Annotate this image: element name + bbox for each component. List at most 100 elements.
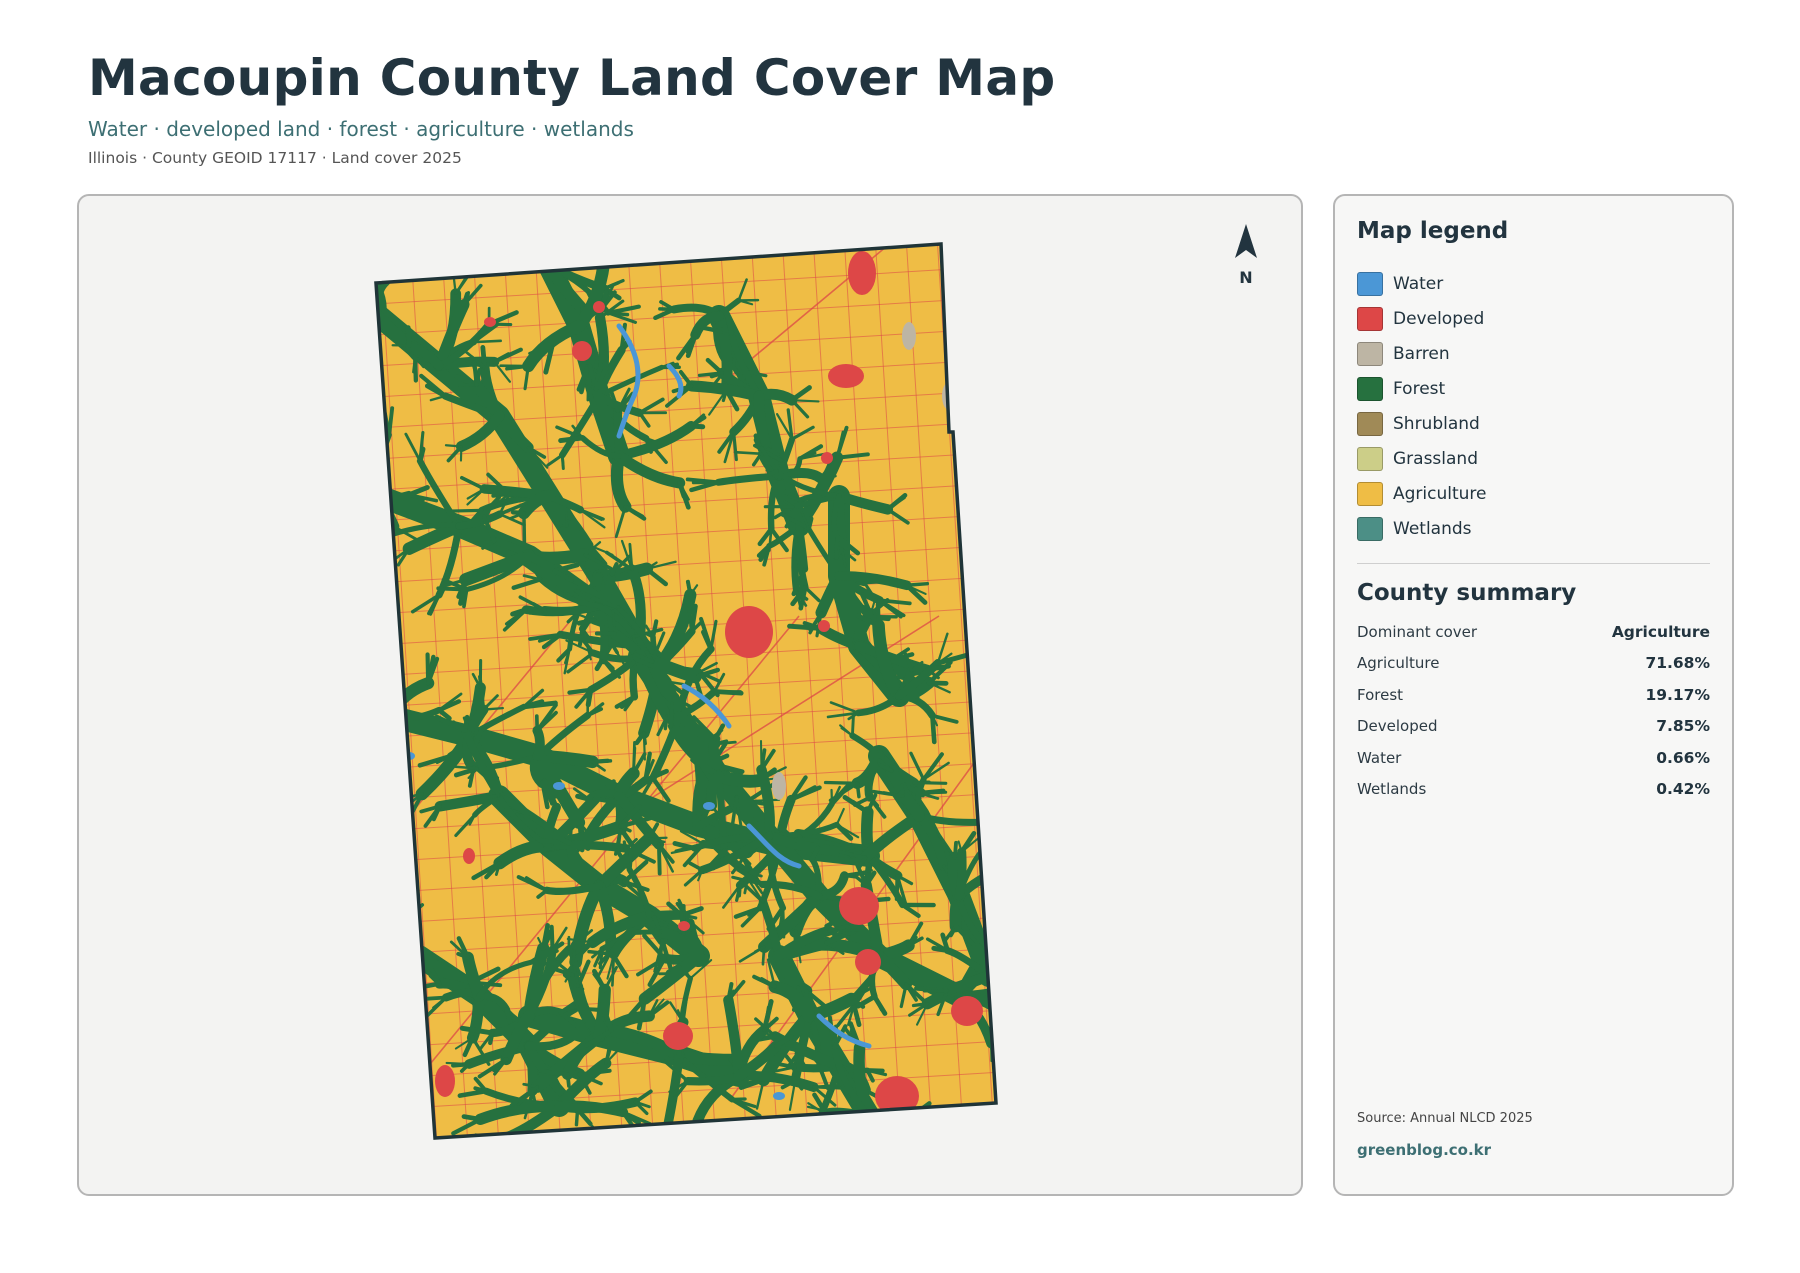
page-subtitle: Water · developed land · forest · agricu… — [88, 117, 634, 141]
map-panel[interactable] — [77, 194, 1303, 1196]
legend-title: Map legend — [1357, 218, 1509, 244]
forest-branch — [532, 725, 545, 761]
forest-twig — [660, 1131, 669, 1138]
forest-twig — [605, 254, 621, 262]
north-arrow-icon — [1235, 224, 1257, 258]
forest-twig — [656, 842, 662, 876]
side-panel: Map legend Water Developed Barren Forest Shr… — [1333, 194, 1734, 1196]
forest-twig — [476, 244, 491, 247]
forest-twig — [576, 617, 597, 626]
forest-twig — [312, 737, 324, 743]
summary-title: County summary — [1357, 580, 1577, 606]
forest-twig — [991, 920, 996, 941]
source-note: Source: Annual NLCD 2025 — [1357, 1111, 1533, 1126]
forest-twig — [315, 737, 324, 745]
site-link[interactable]: greenblog.co.kr — [1357, 1141, 1491, 1159]
forest-twig — [585, 687, 594, 708]
forest-twig — [560, 453, 565, 470]
forest-twig — [790, 399, 820, 403]
forest-twig — [656, 1131, 668, 1138]
forest-twig — [341, 458, 351, 475]
forest-branch — [376, 463, 383, 500]
forest-twig — [605, 253, 632, 260]
forest-twig — [355, 679, 363, 700]
town-area — [848, 251, 876, 295]
forest-twig — [331, 689, 357, 701]
town-area — [855, 949, 881, 975]
forest-twig — [761, 945, 766, 966]
forest-twig — [384, 259, 394, 283]
forest-twig — [346, 263, 358, 282]
forest-branch — [380, 951, 424, 969]
legend-swatch — [1357, 446, 1383, 471]
barren-patch — [772, 772, 786, 800]
forest-twig — [991, 922, 996, 940]
summary-row: Water 0.66% — [1357, 742, 1710, 774]
forest-twig — [376, 264, 386, 284]
summary-key: Water — [1357, 748, 1402, 767]
forest-branch — [827, 1110, 874, 1135]
forest-twig — [685, 579, 693, 597]
legend-swatch — [1357, 341, 1383, 366]
legend-item-water: Water — [1357, 266, 1487, 301]
forest-branch — [986, 963, 996, 979]
forest-twig — [669, 701, 674, 728]
forest-twig — [384, 249, 394, 283]
forest-twig — [511, 244, 533, 245]
forest-twig — [823, 780, 859, 785]
forest-branch — [376, 283, 385, 322]
forest-twig — [328, 640, 344, 652]
forest-twig — [405, 325, 412, 348]
legend-label: Wetlands — [1393, 518, 1472, 539]
forest-twig — [660, 1132, 668, 1138]
town-area — [678, 921, 690, 931]
forest-branch — [376, 471, 384, 501]
legend-item-forest: Forest — [1357, 371, 1487, 406]
town-area — [663, 1022, 693, 1050]
forest-twig — [987, 959, 996, 969]
forest-twig — [992, 910, 996, 940]
forest-twig — [1006, 852, 1019, 870]
forest-twig — [350, 691, 357, 700]
forest-twig — [1006, 840, 1017, 870]
town-area — [821, 452, 833, 464]
pond — [553, 782, 565, 790]
forest-branch — [526, 244, 554, 271]
forest-twig — [329, 923, 347, 941]
legend-label: Developed — [1393, 308, 1485, 329]
forest-branch — [376, 936, 424, 961]
page-meta: Illinois · County GEOID 17117 · Land cov… — [88, 149, 462, 167]
forest-twig — [321, 936, 341, 942]
forest-twig — [454, 765, 479, 770]
forest-branch — [376, 696, 394, 721]
forest-twig — [328, 937, 342, 941]
forest-twig — [995, 1008, 996, 1025]
forest-twig — [318, 515, 344, 519]
forest-twig — [376, 264, 388, 284]
forest-branch — [824, 1112, 872, 1119]
forest-twig — [1027, 968, 1040, 985]
forest-twig — [1021, 917, 1024, 937]
legend-label: Water — [1393, 273, 1444, 294]
forest-twig — [1027, 984, 1054, 985]
forest-twig — [448, 508, 484, 513]
legend-list: Water Developed Barren Forest Shrubland Grass… — [1357, 266, 1487, 546]
forest-twig — [376, 962, 387, 993]
forest-twig — [809, 1128, 835, 1138]
forest-twig — [999, 910, 1002, 929]
legend-swatch — [1357, 481, 1383, 506]
forest-twig — [376, 962, 387, 987]
summary-key: Forest — [1357, 685, 1404, 704]
forest-twig — [602, 244, 614, 262]
road-line — [376, 1132, 996, 1138]
pond — [773, 1092, 785, 1100]
legend-label: Grassland — [1393, 448, 1478, 469]
county-map[interactable] — [79, 196, 1303, 1196]
forest-twig — [358, 262, 362, 282]
forest-twig — [478, 241, 488, 242]
forest-twig — [995, 1008, 996, 1029]
forest-twig — [1027, 971, 1045, 986]
town-area — [828, 364, 864, 388]
forest-twig — [995, 997, 996, 1012]
forest-twig — [445, 1061, 471, 1066]
